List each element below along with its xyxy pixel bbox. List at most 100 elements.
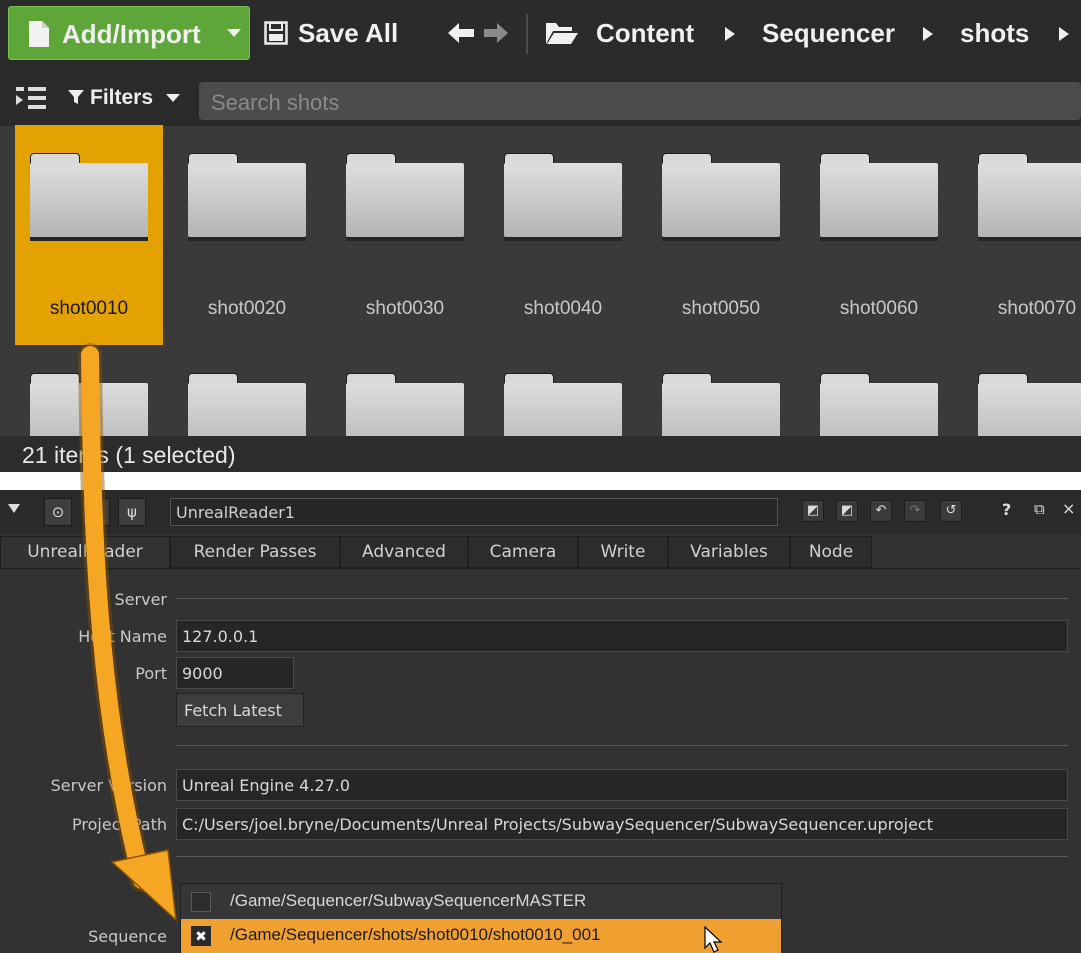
project-path-field: C:/Users/joel.bryne/Documents/Unreal Pro… (176, 808, 1068, 840)
sequence-option-path: /Game/Sequencer/shots/shot0010/shot0010_… (230, 925, 601, 944)
project-path-label: Project Path (72, 815, 167, 834)
fetch-latest-label: Fetch Latest (184, 701, 282, 720)
folder-label[interactable]: shot0020 (172, 298, 322, 320)
host-name-value: 127.0.0.1 (182, 627, 259, 646)
tab-advanced[interactable]: Advanced (340, 536, 468, 568)
add-import-button[interactable]: Add/Import (8, 6, 250, 60)
folder-icon[interactable] (346, 373, 464, 457)
panel-header: ⊙ ψ UnrealReader1 ◩ ◩ ↶ ↷ ↺ ? ⧉ × (0, 490, 1081, 534)
project-path-value: C:/Users/joel.bryne/Documents/Unreal Pro… (182, 815, 933, 834)
sequence-option[interactable]: /Game/Sequencer/SubwaySequencerMASTER (181, 885, 781, 919)
status-bar: 21 items (1 selected) (0, 436, 1081, 472)
help-icon[interactable]: ? (1002, 500, 1011, 519)
section-divider (176, 856, 1068, 857)
folder-label[interactable]: shot0070 (962, 298, 1081, 320)
back-arrow-icon[interactable] (446, 20, 476, 46)
undo-icon[interactable]: ↶ (870, 500, 892, 522)
breadcrumb-shots[interactable]: shots (960, 18, 1029, 49)
breadcrumb-sequencer[interactable]: Sequencer (762, 18, 895, 49)
tab-unrealreader[interactable]: UnrealReader (0, 536, 170, 568)
save-all-button[interactable]: Save All (262, 6, 412, 60)
node-name-field[interactable]: UnrealReader1 (170, 498, 778, 526)
chevron-down-icon (166, 94, 180, 102)
tab-write[interactable]: Write (578, 536, 668, 568)
tab-variables[interactable]: Variables (668, 536, 790, 568)
folder-icon[interactable] (662, 373, 780, 457)
folder-icon[interactable] (820, 153, 938, 243)
node-name-value: UnrealReader1 (176, 503, 295, 522)
tab-camera[interactable]: Camera (468, 536, 578, 568)
folder-icon[interactable] (662, 153, 780, 243)
folder-icon[interactable] (346, 153, 464, 243)
folder-icon[interactable] (188, 373, 306, 457)
save-icon (264, 21, 288, 45)
mouse-cursor-icon (704, 926, 723, 953)
folder-icon[interactable] (978, 373, 1081, 457)
node-color-button[interactable] (82, 498, 110, 526)
folder-icon[interactable] (504, 373, 622, 457)
close-icon[interactable]: × (1062, 499, 1075, 518)
redo-icon[interactable]: ↷ (904, 500, 926, 522)
add-import-label: Add/Import (62, 19, 201, 49)
toolbar: Add/Import Save All Content Sequencer sh… (0, 0, 1081, 68)
file-icon (29, 21, 49, 47)
server-version-value: Unreal Engine 4.27.0 (182, 776, 351, 795)
checkbox[interactable] (191, 892, 211, 912)
server-version-field: Unreal Engine 4.27.0 (176, 769, 1068, 801)
folder-label[interactable]: shot0040 (488, 298, 638, 320)
mask-icon[interactable]: ◩ (836, 500, 858, 522)
folder-icon[interactable] (30, 153, 148, 243)
folder-icon[interactable] (820, 373, 938, 457)
filters-button[interactable]: Filters (66, 82, 188, 114)
filters-label: Filters (90, 86, 154, 109)
collapse-icon[interactable] (8, 504, 20, 514)
sequence-label: Sequence (88, 927, 167, 946)
forward-arrow-icon[interactable] (482, 20, 510, 46)
fetch-latest-button[interactable]: Fetch Latest (176, 693, 304, 727)
search-placeholder: Search shots (211, 90, 340, 115)
sequence-option-path: /Game/Sequencer/SubwaySequencerMASTER (230, 891, 587, 910)
checkbox-checked[interactable]: ✖ (191, 926, 211, 946)
chevron-down-icon (227, 29, 241, 37)
port-field[interactable]: 9000 (176, 657, 294, 689)
sequence-option-selected[interactable]: ✖ /Game/Sequencer/shots/shot0010/shot001… (181, 919, 781, 953)
breadcrumb-separator-icon[interactable] (724, 26, 736, 42)
folder-label[interactable]: shot0050 (646, 298, 796, 320)
port-value: 9000 (182, 664, 223, 683)
tab-bar: UnrealReader Render Passes Advanced Came… (0, 536, 1081, 568)
folder-icon[interactable] (504, 153, 622, 243)
section-divider (176, 745, 1068, 746)
revert-icon[interactable]: ↺ (940, 500, 962, 522)
host-name-label: Host Name (78, 627, 167, 646)
viewer-toggle-icon[interactable]: ⊙ (44, 498, 72, 526)
search-input[interactable]: Search shots (199, 82, 1081, 120)
port-label: Port (135, 664, 167, 683)
server-version-label: Server Version (50, 776, 167, 795)
tab-divider (0, 568, 1081, 569)
tab-node[interactable]: Node (790, 536, 872, 568)
float-icon[interactable]: ⧉ (1034, 500, 1045, 518)
folder-label[interactable]: shot0060 (804, 298, 954, 320)
breadcrumb-separator-icon[interactable] (922, 26, 934, 42)
filter-icon (68, 90, 84, 104)
folder-open-icon (546, 23, 578, 44)
folder-label[interactable]: shot0010 (14, 298, 164, 320)
wrench-icon[interactable]: ψ (118, 498, 146, 526)
breadcrumb-content[interactable]: Content (596, 18, 694, 49)
breadcrumb-separator-icon[interactable] (1058, 26, 1070, 42)
item-count: 21 items (1 selected) (22, 442, 236, 468)
folder-icon[interactable] (188, 153, 306, 243)
sequence-dropdown[interactable]: /Game/Sequencer/SubwaySequencerMASTER ✖ … (180, 883, 782, 953)
section-divider (176, 598, 1068, 599)
folder-icon[interactable] (978, 153, 1081, 243)
folder-label[interactable]: shot0030 (330, 298, 480, 320)
server-section-label: Server (114, 590, 167, 609)
disable-icon[interactable]: ◩ (802, 500, 824, 522)
host-name-field[interactable]: 127.0.0.1 (176, 620, 1068, 652)
content-browser: Add/Import Save All Content Sequencer sh… (0, 0, 1081, 472)
save-all-label: Save All (298, 18, 399, 48)
tab-render-passes[interactable]: Render Passes (170, 536, 340, 568)
folder-icon[interactable] (30, 373, 148, 457)
sources-panel-icon[interactable] (14, 84, 48, 112)
toolbar-divider (526, 14, 528, 54)
